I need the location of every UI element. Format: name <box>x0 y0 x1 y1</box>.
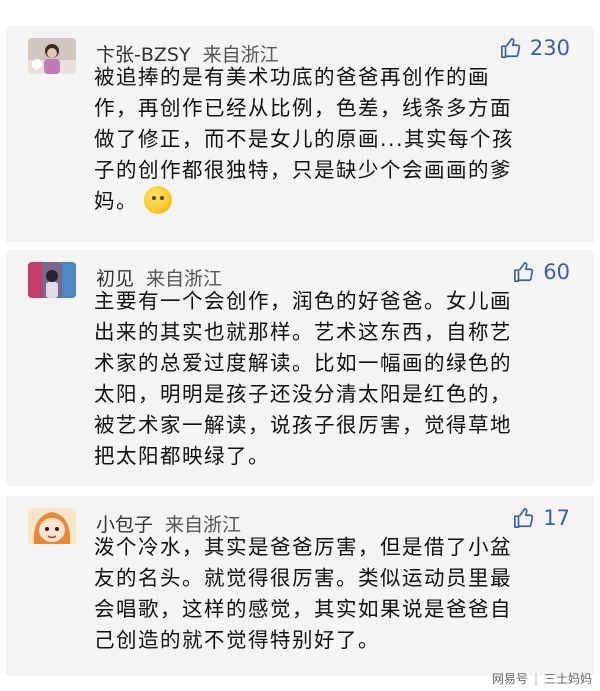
avatar-child-photo-icon <box>28 38 76 74</box>
comment-text: 泼个冷水，其实是爸爸厉害，但是借了小盆 友的名头。就觉得很厉害。类似运动员里最 … <box>94 532 576 656</box>
comment-line: 泼个冷水，其实是爸爸厉害，但是借了小盆 <box>94 535 512 559</box>
comment-line: 把太阳都映绿了。 <box>94 444 270 468</box>
watermark-separator: | <box>533 671 538 686</box>
avatar-photo-icon <box>28 262 76 298</box>
watermark-author: 三土妈妈 <box>543 672 592 686</box>
comment-card: 卞张-BZSY 来自浙江 230 被追捧的是有美术功底的爸爸再创作的画 作，再创作… <box>6 26 594 242</box>
like-count: 230 <box>529 36 570 60</box>
like-button[interactable]: 60 <box>513 260 570 284</box>
thumbs-up-icon <box>500 38 521 58</box>
comment-line: 术家的总爱过度解读。比如一幅画的绿色的 <box>94 351 512 375</box>
comment-line: 会唱歌，这样的感觉，其实如果说是爸爸自 <box>94 597 512 621</box>
avatar[interactable] <box>28 38 76 74</box>
comment-line: 妈。 <box>94 186 576 217</box>
thumbs-up-icon <box>514 262 534 282</box>
comment-text: 被追捧的是有美术功底的爸爸再创作的画 作，再创作已经从比例，色差，线条多方面 做… <box>94 62 576 217</box>
comment-line: 己创造的就不觉得特别好了。 <box>94 628 380 652</box>
like-button[interactable]: 230 <box>500 36 570 60</box>
comment-text: 主要有一个会创作，润色的好爸爸。女儿画 出来的其实也就那样。艺术这东西，自称艺 … <box>94 286 576 472</box>
comment-line: 主要有一个会创作，润色的好爸爸。女儿画 <box>94 289 512 313</box>
thinking-face-emoji-icon <box>144 186 172 214</box>
comment-line: 太阳，明明是孩子还没分清太阳是红色的， <box>94 382 512 406</box>
comment-line: 友的名头。就觉得很厉害。类似运动员里最 <box>94 566 512 590</box>
avatar[interactable] <box>28 508 76 544</box>
like-count: 17 <box>543 506 570 530</box>
like-button[interactable]: 17 <box>513 506 570 530</box>
avatar[interactable] <box>28 262 76 298</box>
thumbs-up-icon <box>514 508 534 528</box>
avatar-anime-girl-icon <box>28 508 76 544</box>
comment-card: 初见 来自浙江 60 主要有一个会创作，润色的好爸爸。女儿画 出来的其实也就那样。… <box>6 250 594 486</box>
watermark-site: 网易号 <box>491 672 528 686</box>
comment-line: 子的创作都很独特，只是缺少个会画画的爹 <box>94 158 512 182</box>
like-count: 60 <box>543 260 570 284</box>
watermark: 网易号 | 三土妈妈 <box>492 670 592 687</box>
comment-line: 被追捧的是有美术功底的爸爸再创作的画 <box>94 65 490 89</box>
comment-line: 出来的其实也就那样。艺术这东西，自称艺 <box>94 320 512 344</box>
comment-line: 被艺术家一解读，说孩子很厉害，觉得草地 <box>94 413 512 437</box>
comment-card: 小包子 来自浙江 17 泼个冷水，其实是爸爸厉害，但是借了小盆 友的名头。就觉得很… <box>6 496 594 676</box>
comment-line: 作，再创作已经从比例，色差，线条多方面 <box>94 96 512 120</box>
comment-line: 做了修正，而不是女儿的原画...其实每个孩 <box>94 127 515 151</box>
